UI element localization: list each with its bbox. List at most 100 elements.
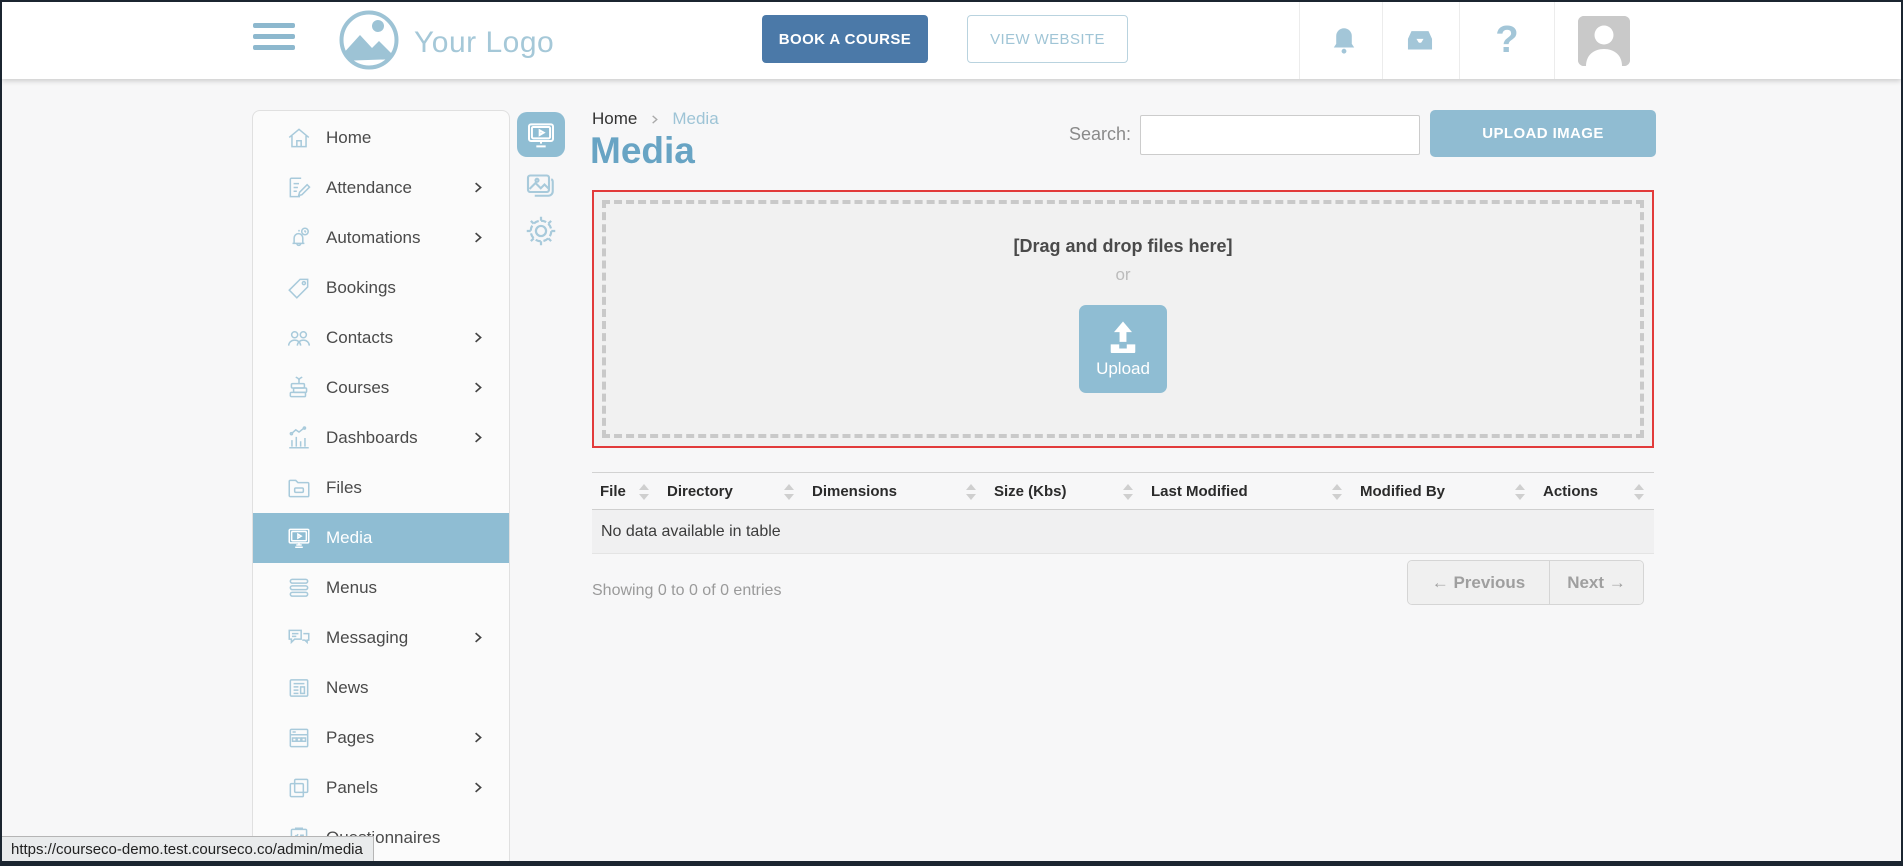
settings-tool[interactable] — [522, 212, 560, 255]
header-divider — [1299, 2, 1300, 79]
previous-page-button[interactable]: ← Previous — [1408, 561, 1550, 604]
sidebar-item-news[interactable]: News — [253, 663, 509, 713]
menus-icon — [286, 575, 312, 601]
sidebar-item-label: Menus — [326, 578, 377, 598]
header-divider — [1382, 2, 1383, 79]
upload-button-label: Upload — [1096, 359, 1150, 379]
search-label: Search: — [1069, 124, 1131, 145]
messaging-icon — [286, 625, 312, 651]
column-header-file[interactable]: File — [592, 473, 659, 510]
top-header: Your Logo BOOK A COURSE VIEW WEBSITE ? — [2, 2, 1901, 79]
book-a-course-button[interactable]: BOOK A COURSE — [762, 15, 928, 63]
sidebar-item-label: Messaging — [326, 628, 408, 648]
column-header-directory[interactable]: Directory — [659, 473, 804, 510]
pages-icon — [286, 725, 312, 751]
dropzone-dashed-area: [Drag and drop files here] or Upload — [602, 200, 1644, 438]
dropzone-or-text: or — [1115, 265, 1130, 285]
view-website-button[interactable]: VIEW WEBSITE — [967, 15, 1128, 63]
main-sidebar: Home Attendance Automations Bookings Con… — [252, 110, 510, 866]
files-folder-icon — [286, 475, 312, 501]
column-header-modified-by[interactable]: Modified By — [1352, 473, 1535, 510]
logo-image-icon — [338, 9, 400, 76]
breadcrumb-home-link[interactable]: Home — [592, 109, 637, 129]
sort-icon[interactable] — [1332, 482, 1342, 502]
chevron-right-icon — [470, 180, 485, 195]
sidebar-item-pages[interactable]: Pages — [253, 713, 509, 763]
notifications-bell-icon[interactable] — [1322, 2, 1366, 79]
sort-icon[interactable] — [1634, 482, 1644, 502]
sort-icon[interactable] — [966, 482, 976, 502]
sidebar-item-label: Dashboards — [326, 428, 418, 448]
header-divider — [1554, 2, 1555, 79]
upload-button[interactable]: Upload — [1079, 305, 1167, 393]
chevron-right-icon — [470, 380, 485, 395]
file-dropzone[interactable]: [Drag and drop files here] or Upload — [592, 190, 1654, 448]
sidebar-item-label: Contacts — [326, 328, 393, 348]
sidebar-item-label: Panels — [326, 778, 378, 798]
column-header-last-modified[interactable]: Last Modified — [1143, 473, 1352, 510]
sidebar-item-label: Courses — [326, 378, 389, 398]
breadcrumb-separator-icon — [649, 114, 660, 125]
dropzone-instruction: [Drag and drop files here] — [1013, 236, 1232, 257]
column-header-size[interactable]: Size (Kbs) — [986, 473, 1143, 510]
sort-icon[interactable] — [784, 482, 794, 502]
gear-icon — [522, 212, 560, 250]
media-view-tool-active[interactable] — [517, 112, 565, 157]
panels-icon — [286, 775, 312, 801]
sidebar-item-files[interactable]: Files — [253, 463, 509, 513]
table-summary: Showing 0 to 0 of 0 entries — [592, 582, 781, 600]
sidebar-item-home[interactable]: Home — [253, 113, 509, 163]
status-bar-url: https://courseco-demo.test.courseco.co/a… — [2, 836, 374, 865]
breadcrumb-current: Media — [672, 109, 718, 129]
page-title: Media — [590, 130, 695, 172]
chevron-right-icon — [470, 630, 485, 645]
contacts-icon — [286, 325, 312, 351]
search-input[interactable] — [1140, 115, 1420, 155]
sidebar-item-dashboards[interactable]: Dashboards — [253, 413, 509, 463]
chevron-right-icon — [470, 330, 485, 345]
sidebar-item-label: Bookings — [326, 278, 396, 298]
media-table: File Directory Dimensions Size (Kbs) Las… — [592, 472, 1654, 554]
help-question-icon[interactable]: ? — [1485, 2, 1529, 79]
bookings-tag-icon — [286, 275, 312, 301]
attendance-icon — [286, 175, 312, 201]
sidebar-item-media[interactable]: Media — [253, 513, 509, 563]
chevron-right-icon — [470, 230, 485, 245]
logo[interactable]: Your Logo — [338, 9, 554, 76]
sidebar-item-messaging[interactable]: Messaging — [253, 613, 509, 663]
upload-arrow-icon — [1103, 319, 1143, 355]
sidebar-item-label: Files — [326, 478, 362, 498]
news-icon — [286, 675, 312, 701]
image-gallery-icon — [522, 168, 558, 204]
sidebar-item-automations[interactable]: Automations — [253, 213, 509, 263]
hamburger-menu-icon[interactable] — [253, 23, 295, 59]
inbox-tray-icon[interactable] — [1398, 2, 1442, 79]
sidebar-item-contacts[interactable]: Contacts — [253, 313, 509, 363]
courses-icon — [286, 375, 312, 401]
upload-image-button[interactable]: UPLOAD IMAGE — [1430, 110, 1656, 157]
breadcrumb: Home Media — [592, 109, 719, 129]
sort-icon[interactable] — [639, 482, 649, 502]
sidebar-item-attendance[interactable]: Attendance — [253, 163, 509, 213]
home-icon — [286, 125, 312, 151]
sort-icon[interactable] — [1515, 482, 1525, 502]
next-page-button[interactable]: Next → — [1550, 561, 1643, 604]
column-header-dimensions[interactable]: Dimensions — [804, 473, 986, 510]
sidebar-item-panels[interactable]: Panels — [253, 763, 509, 813]
sidebar-item-label: Media — [326, 528, 372, 548]
sort-icon[interactable] — [1123, 482, 1133, 502]
chevron-right-icon — [470, 780, 485, 795]
header-divider — [1459, 2, 1460, 79]
image-gallery-tool[interactable] — [522, 168, 558, 209]
sidebar-item-bookings[interactable]: Bookings — [253, 263, 509, 313]
column-header-actions[interactable]: Actions — [1535, 473, 1654, 510]
app-window: Your Logo BOOK A COURSE VIEW WEBSITE ? — [0, 0, 1903, 866]
user-avatar[interactable] — [1578, 16, 1630, 66]
table-empty-message: No data available in table — [592, 510, 1654, 554]
sidebar-item-courses[interactable]: Courses — [253, 363, 509, 413]
sidebar-item-label: Home — [326, 128, 371, 148]
automations-icon — [286, 225, 312, 251]
chevron-right-icon — [470, 430, 485, 445]
sidebar-item-menus[interactable]: Menus — [253, 563, 509, 613]
pagination: ← Previous Next → — [1407, 560, 1644, 605]
